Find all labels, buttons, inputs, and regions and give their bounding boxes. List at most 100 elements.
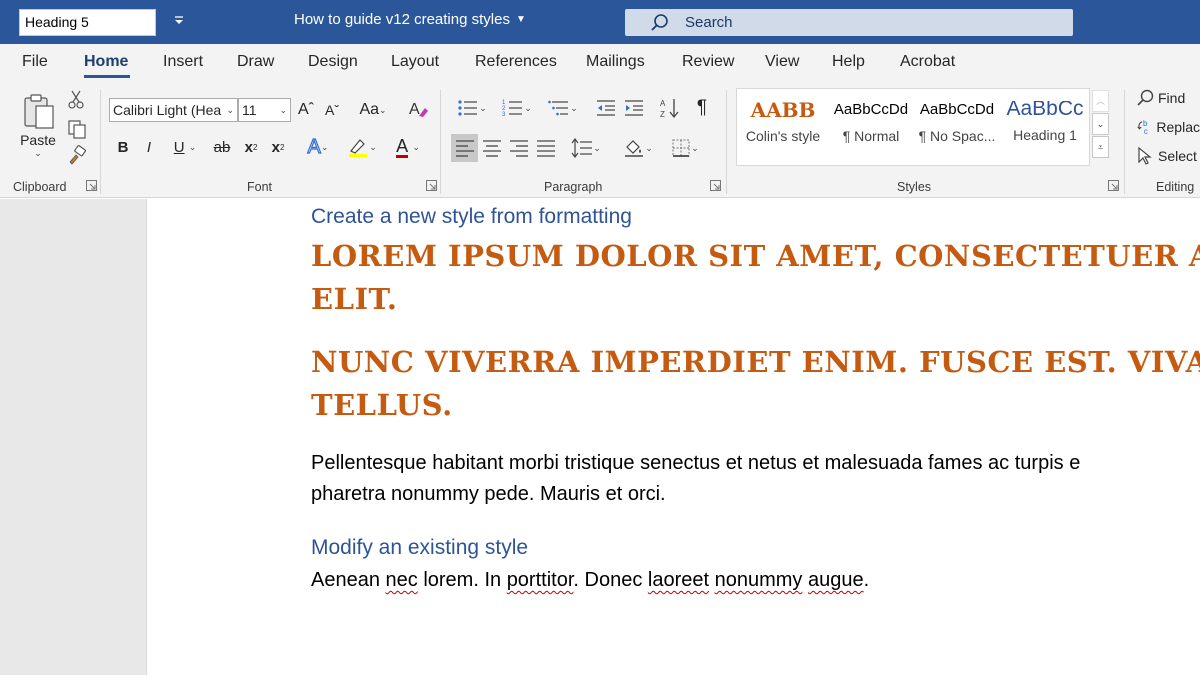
tab-design[interactable]: Design [308,53,358,71]
copy-button[interactable] [66,118,88,140]
superscript-button[interactable]: x2 [267,136,289,158]
italic-button[interactable]: I [139,136,159,158]
sort-button[interactable]: AZ [658,96,682,120]
dialog-launcher-icon[interactable] [1108,180,1119,191]
cursor-arrow-icon [1138,146,1152,165]
dialog-launcher-icon[interactable] [710,180,721,191]
document-title[interactable]: How to guide v12 creating styles ▼ [294,11,526,28]
subscript-button[interactable]: x2 [240,136,262,158]
tab-references[interactable]: References [475,53,557,71]
underline-button[interactable]: U ⌄ [166,136,204,158]
chevron-down-icon: ▼ [515,14,526,25]
increase-indent-button[interactable] [622,96,646,120]
find-label: Find [1158,90,1186,106]
change-case-button[interactable]: Aa ⌄ [355,98,391,122]
strikethrough-button[interactable]: ab [210,136,234,158]
tab-layout[interactable]: Layout [391,53,439,71]
body-paragraph-2[interactable]: Aenean nec lorem. In porttitor. Donec la… [311,569,869,592]
shading-button[interactable]: ⌄ [618,136,658,160]
body-paragraph-line-1[interactable]: Pellentesque habitant morbi tristique se… [311,452,1080,475]
decrease-indent-button[interactable] [594,96,618,120]
customize-quick-access-icon[interactable] [170,12,188,32]
orange-heading-2-line-1[interactable]: NUNC VIVERRA IMPERDIET ENIM. FUSCE EST. … [311,345,1200,379]
orange-heading-2-line-2[interactable]: TELLUS. [311,388,453,422]
spelling-error-word[interactable]: nonummy [715,569,803,591]
orange-heading-1-line-1[interactable]: LOREM IPSUM DOLOR SIT AMET, CONSECTETUER… [311,239,1200,273]
align-center-button[interactable] [480,136,504,160]
clipboard-group-label: Clipboard [13,180,67,194]
style-sample: AABB [750,98,816,122]
align-right-button[interactable] [507,136,531,160]
chevron-down-icon: ⌄ [226,105,234,115]
highlighter-icon [349,139,368,157]
styles-group-label: Styles [897,180,932,194]
bullets-button[interactable]: ⌄ [452,96,492,120]
tab-review[interactable]: Review [682,53,734,71]
body-paragraph-line-2[interactable]: pharetra nonummy pede. Mauris et orci. [311,483,666,506]
spelling-error-word[interactable]: augue [808,569,864,591]
styles-scroll-down-button[interactable]: ⌄ [1092,113,1109,135]
spelling-error-word[interactable]: laoreet [648,569,709,591]
font-size-box[interactable]: 11 ⌄ [238,98,291,122]
chevron-down-icon: ⌄ [369,141,377,152]
tab-help[interactable]: Help [832,53,865,71]
text-effects-label: A [307,135,322,158]
replace-button[interactable]: bc Replac [1136,115,1200,139]
font-name-box[interactable]: Calibri Light (Hea ⌄ [109,98,238,122]
style-item-no-spacing[interactable]: AaBbCcDd ¶ No Spac... [915,101,999,144]
clear-formatting-button[interactable]: A [406,96,430,122]
text-run: . Donec [573,569,648,591]
tab-acrobat[interactable]: Acrobat [900,53,955,71]
search-box[interactable]: Search [625,9,1073,36]
numbering-button[interactable]: 1 2 3 ⌄ [497,96,537,120]
text-effects-button[interactable]: A ⌄ [300,134,336,160]
orange-heading-1-line-2[interactable]: ELIT. [311,282,398,316]
dialog-launcher-icon[interactable] [86,180,97,191]
heading-modify-style[interactable]: Modify an existing style [311,536,528,560]
highlight-button[interactable]: ⌄ [342,134,382,160]
grow-font-button[interactable]: Aˆ [296,98,316,122]
show-paragraph-marks-button[interactable]: ¶ [690,96,714,120]
style-item-normal[interactable]: AaBbCcDd ¶ Normal [829,101,913,144]
align-left-button[interactable] [451,134,478,162]
chevron-down-icon: ⌄ [645,142,653,153]
styles-scroll-up-button[interactable]: ︿ [1092,90,1109,112]
tab-insert[interactable]: Insert [163,53,203,71]
bold-button[interactable]: B [113,136,133,158]
tab-file[interactable]: File [22,53,48,71]
style-item-heading-1[interactable]: AaBbCc Heading 1 [1003,101,1087,143]
line-spacing-button[interactable]: ⌄ [566,136,606,160]
spelling-error-word[interactable]: nec [386,569,418,591]
styles-more-button[interactable]: ⩡ [1092,136,1109,158]
tab-home[interactable]: Home [84,53,128,71]
format-painter-icon [69,145,87,165]
chevron-down-icon: ⌄ [320,141,329,152]
font-color-button[interactable]: A ⌄ [388,134,428,160]
svg-text:A: A [409,101,420,118]
svg-text:Z: Z [660,110,665,119]
dialog-launcher-icon[interactable] [426,180,437,191]
tab-draw[interactable]: Draw [237,53,274,71]
shrink-font-button[interactable]: Aˇ [322,98,342,122]
style-sample: AaBbCc [1006,101,1084,120]
subscript-label: x [244,138,253,156]
style-item-colins-style[interactable]: AABB Colin's style [741,98,825,144]
multilevel-list-button[interactable]: ⌄ [543,96,583,120]
align-left-icon [455,140,474,157]
select-button[interactable]: Select [1136,144,1200,168]
paint-bucket-icon [625,140,644,157]
spelling-error-word[interactable]: porttitor [507,569,574,591]
find-button[interactable]: Find [1136,86,1200,110]
cut-button[interactable] [66,90,86,110]
style-name-box[interactable]: Heading 5 [19,9,156,36]
tab-view[interactable]: View [765,53,799,71]
format-painter-button[interactable] [66,144,88,166]
document-page[interactable]: Create a new style from formatting LOREM… [148,199,1200,675]
style-sample: AaBbCcDd [833,101,909,118]
heading-create-style[interactable]: Create a new style from formatting [311,205,632,229]
paste-button[interactable]: Paste ⌄ [18,88,58,162]
superscript-label: x [271,138,280,156]
tab-mailings[interactable]: Mailings [586,53,645,71]
justify-button[interactable] [534,136,558,160]
borders-button[interactable]: ⌄ [664,136,706,160]
